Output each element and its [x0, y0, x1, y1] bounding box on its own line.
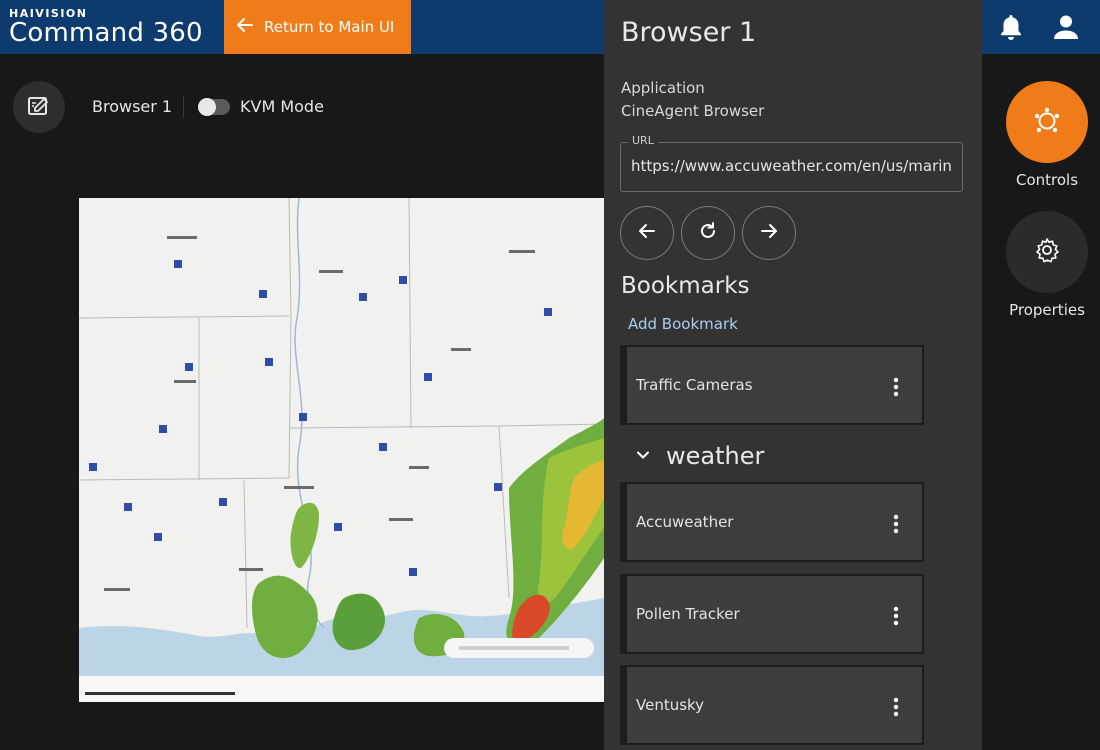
url-field[interactable]: URL — [620, 134, 963, 192]
url-label: URL — [628, 134, 658, 147]
more-vertical-icon[interactable] — [886, 512, 906, 536]
back-button[interactable] — [620, 206, 674, 260]
more-vertical-icon[interactable] — [886, 695, 906, 719]
properties-label: Properties — [1009, 301, 1085, 319]
toggle-knob — [198, 98, 216, 116]
weather-radar-map-image — [79, 198, 604, 702]
application-label: Application — [621, 79, 705, 97]
add-bookmark-link[interactable]: Add Bookmark — [628, 315, 738, 333]
chevron-down-icon — [636, 447, 650, 466]
app-root: HAIVISION Command 360 Return to Main UI … — [0, 0, 1100, 750]
source-title: Browser 1 — [92, 97, 173, 116]
arrow-left-icon — [236, 16, 254, 38]
url-input[interactable] — [631, 157, 951, 175]
bookmark-label: Accuweather — [636, 513, 734, 531]
bookmark-label: Pollen Tracker — [636, 605, 740, 623]
bookmark-group-label: weather — [666, 442, 765, 470]
bookmark-label: Traffic Cameras — [636, 376, 753, 394]
edit-layout-button[interactable] — [13, 81, 65, 133]
panel-title: Browser 1 — [621, 17, 757, 48]
controls-icon — [1032, 105, 1062, 139]
reload-button[interactable] — [681, 206, 735, 260]
bookmark-item[interactable]: Ventusky — [620, 665, 924, 745]
bookmark-label: Ventusky — [636, 696, 705, 714]
bell-icon[interactable] — [996, 12, 1026, 42]
user-icon[interactable] — [1051, 12, 1081, 42]
application-value: CineAgent Browser — [621, 102, 765, 120]
bookmark-item[interactable]: Accuweather — [620, 482, 924, 562]
return-button-label: Return to Main UI — [264, 18, 395, 36]
properties-button[interactable] — [1006, 211, 1088, 293]
haivision-logo: HAIVISION Command 360 — [9, 8, 203, 46]
logo-product: Command 360 — [9, 18, 203, 48]
more-vertical-icon[interactable] — [886, 375, 906, 399]
bookmark-item[interactable]: Traffic Cameras — [620, 345, 924, 425]
bookmark-item[interactable]: Pollen Tracker — [620, 574, 924, 654]
kvm-mode-toggle[interactable] — [198, 98, 230, 116]
toolbar-divider — [183, 96, 184, 118]
edit-icon — [25, 91, 53, 123]
arrow-left-icon — [637, 221, 657, 245]
refresh-icon — [698, 221, 718, 245]
gear-icon — [1033, 236, 1061, 268]
controls-button[interactable] — [1006, 81, 1088, 163]
forward-button[interactable] — [742, 206, 796, 260]
browser-content-map[interactable] — [79, 198, 604, 702]
bookmark-group-weather[interactable]: weather — [636, 440, 764, 472]
arrow-right-icon — [759, 221, 779, 245]
source-properties-panel: Browser 1 Application CineAgent Browser … — [604, 0, 982, 750]
more-vertical-icon[interactable] — [886, 604, 906, 628]
kvm-mode-label: KVM Mode — [240, 97, 324, 116]
bookmarks-heading: Bookmarks — [621, 273, 750, 299]
controls-label: Controls — [1015, 171, 1079, 189]
return-to-main-button[interactable]: Return to Main UI — [224, 0, 411, 54]
